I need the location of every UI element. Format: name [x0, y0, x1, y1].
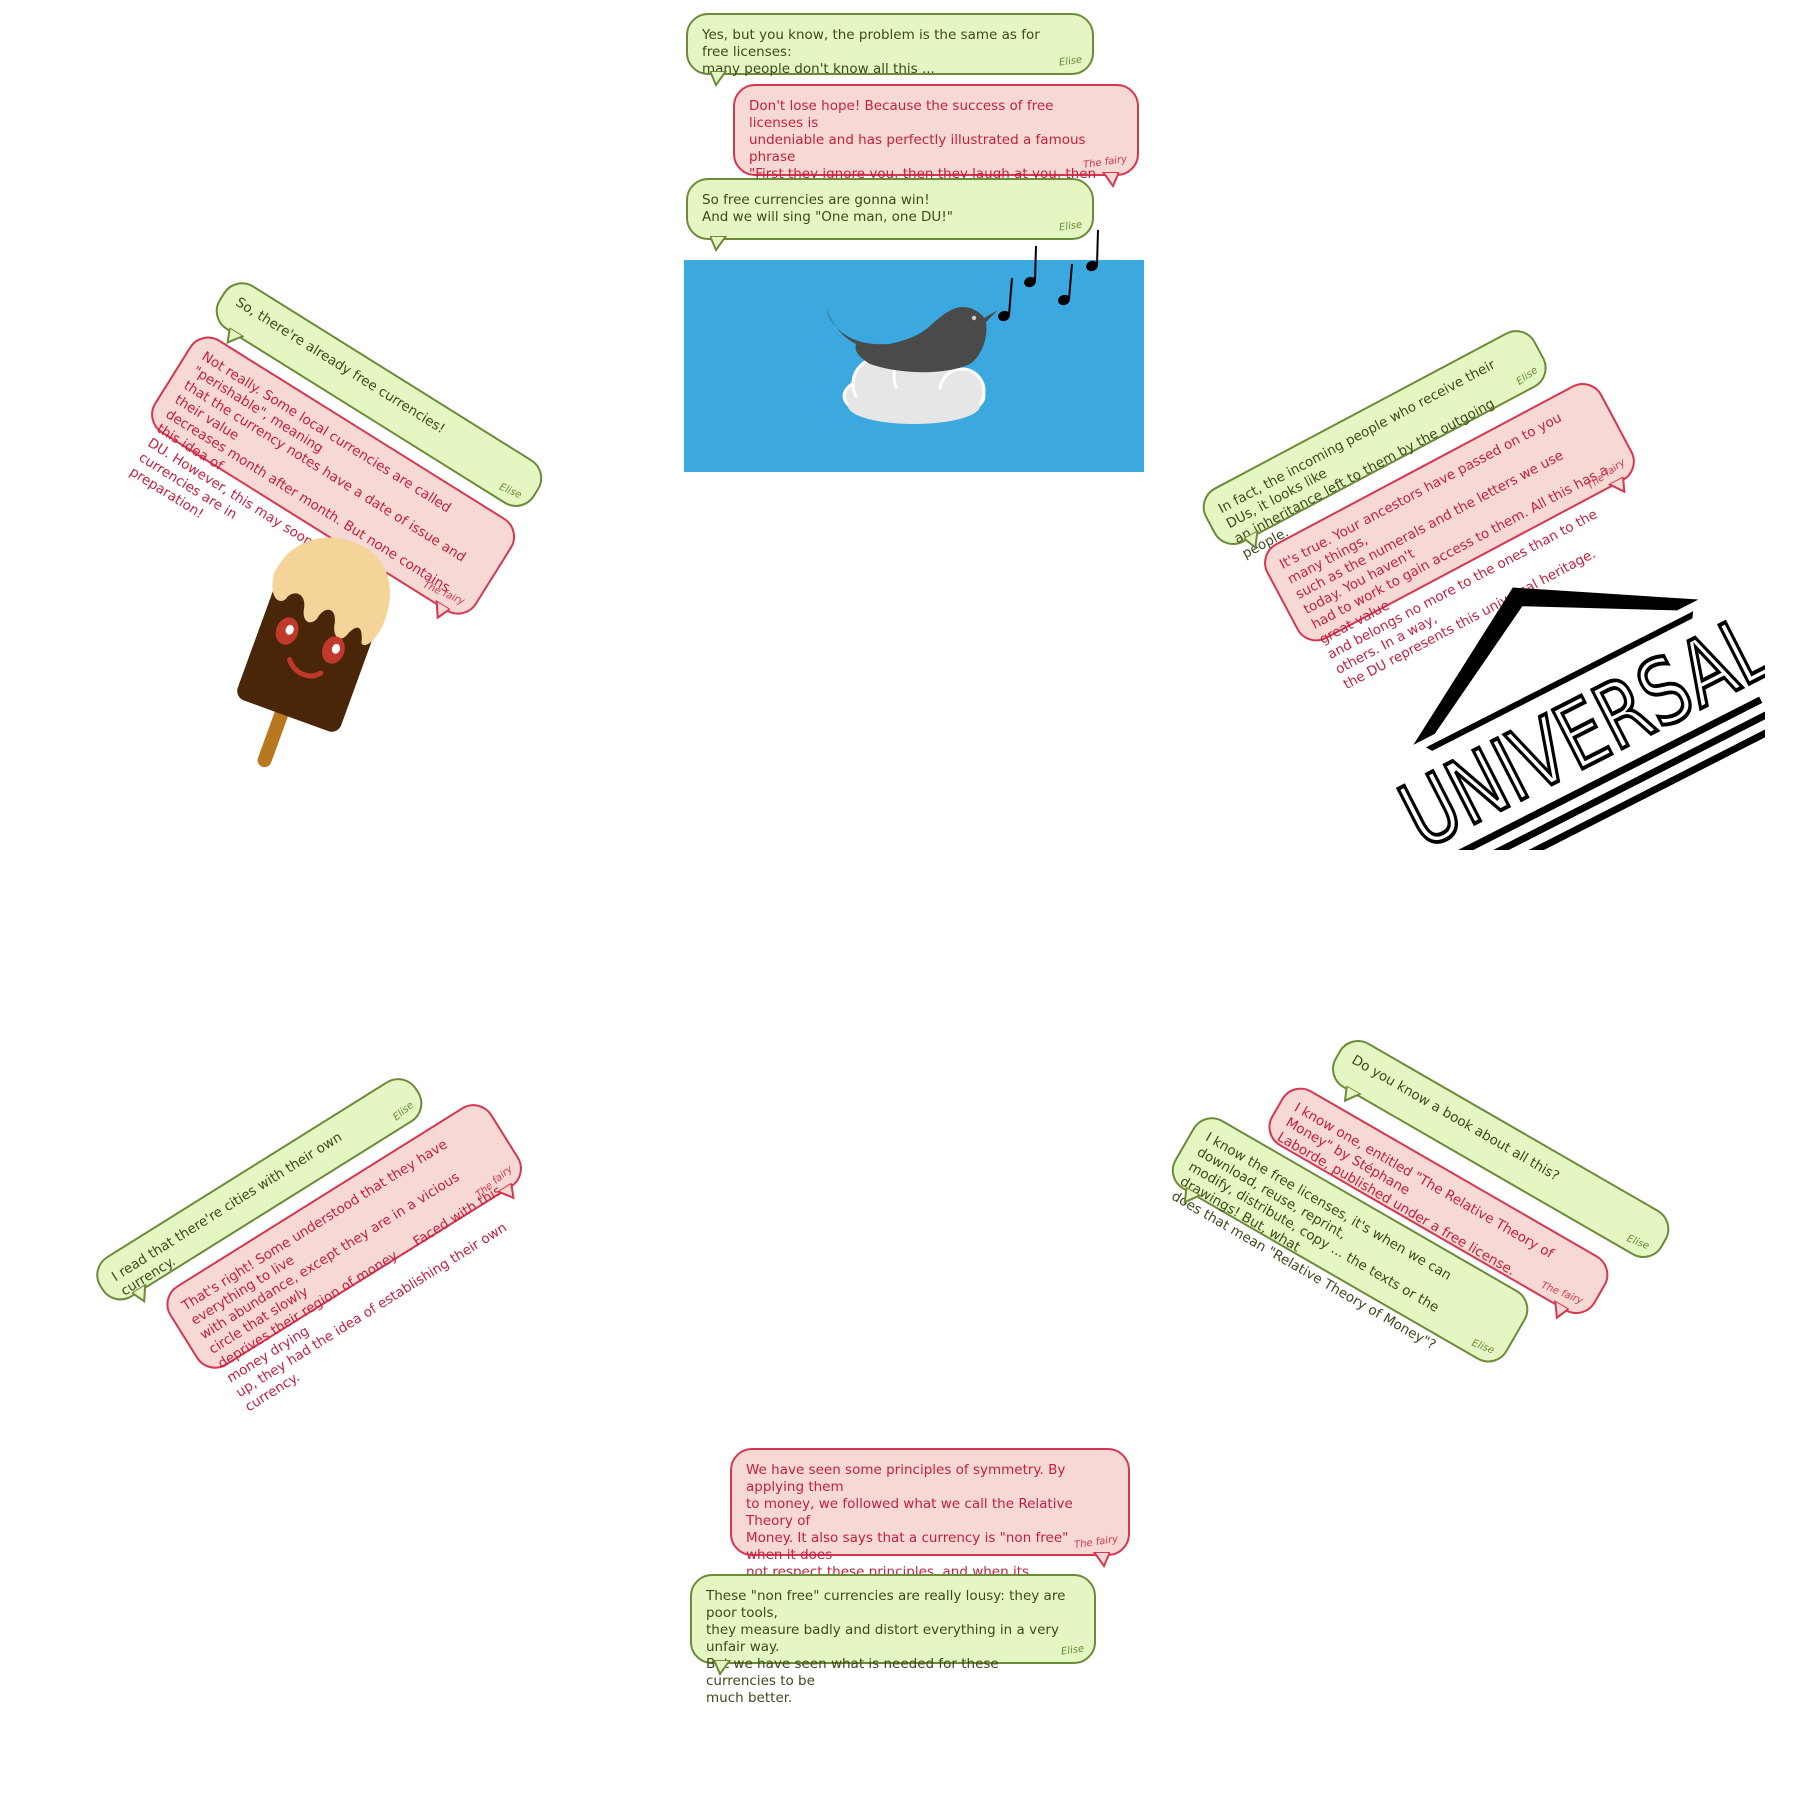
- universal-temple-logo: UNIVERSAL: [1383, 587, 1765, 850]
- speech-tail-icon: [1343, 1085, 1363, 1103]
- speech-bubble-elise: These "non free" currencies are really l…: [690, 1574, 1096, 1706]
- bubble-text: So free currencies are gonna win! And we…: [702, 192, 953, 225]
- speaker-signature: Elise: [1060, 1643, 1085, 1658]
- singing-bird-illustration: [684, 229, 1144, 472]
- bubble-text: These "non free" currencies are really l…: [706, 1588, 1066, 1706]
- bubble-text: That's right! Some understood that they …: [179, 1136, 510, 1416]
- speech-bubble-elise: Yes, but you know, the problem is the sa…: [686, 13, 1094, 87]
- speech-bubble-fairy: We have seen some principles of symmetry…: [730, 1448, 1130, 1614]
- ice-pop-illustration: [237, 537, 390, 768]
- speech-tail-icon: [714, 1660, 732, 1676]
- speaker-signature: Elise: [1624, 1233, 1651, 1252]
- speech-bubble-fairy: Don't lose hope! Because the success of …: [733, 84, 1139, 216]
- bubble-text: Yes, but you know, the problem is the sa…: [702, 27, 1040, 77]
- speech-tail-icon: [1101, 172, 1119, 188]
- speaker-signature: Elise: [1058, 54, 1083, 69]
- speaker-signature: Elise: [497, 481, 523, 502]
- speech-tail-icon: [710, 71, 728, 87]
- speech-tail-icon: [1092, 1552, 1110, 1568]
- speaker-signature: Elise: [1469, 1337, 1496, 1357]
